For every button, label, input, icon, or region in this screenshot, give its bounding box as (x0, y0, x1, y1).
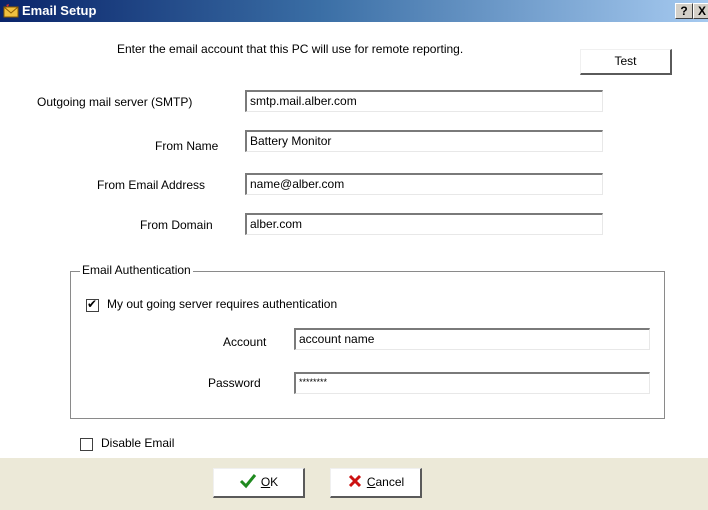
ok-label-rest: K (270, 475, 279, 489)
ok-mnemonic: O (260, 475, 271, 489)
from-email-input[interactable]: name@alber.com (245, 173, 603, 195)
cancel-button[interactable]: Cancel (330, 468, 422, 498)
help-icon[interactable]: ? (675, 3, 693, 19)
title-bar: Email Setup ? X (0, 0, 708, 22)
cancel-label-rest: ancel (375, 475, 405, 489)
button-strip: OK Cancel (0, 458, 708, 510)
window-title: Email Setup (22, 3, 97, 18)
password-input[interactable]: ******** (294, 372, 650, 394)
close-icon[interactable]: X (693, 3, 708, 19)
requires-auth-checkbox[interactable]: ✔ (86, 297, 99, 312)
check-icon (239, 474, 256, 489)
app-icon (3, 4, 19, 18)
smtp-label: Outgoing mail server (SMTP) (37, 95, 193, 109)
from-domain-label: From Domain (140, 218, 213, 232)
account-input[interactable]: account name (294, 328, 650, 350)
x-icon (348, 474, 361, 488)
password-label: Password (208, 376, 261, 390)
from-domain-input[interactable]: alber.com (245, 213, 603, 235)
from-name-input[interactable]: Battery Monitor (245, 130, 603, 152)
account-label: Account (223, 335, 267, 349)
requires-auth-label: My out going server requires authenticat… (107, 297, 338, 311)
smtp-input[interactable]: smtp.mail.alber.com (245, 90, 603, 112)
intro-text: Enter the email account that this PC wil… (117, 42, 464, 56)
from-name-label: From Name (155, 139, 219, 153)
disable-email-checkbox[interactable] (80, 438, 93, 451)
disable-email-label: Disable Email (101, 436, 175, 450)
from-email-label: From Email Address (97, 178, 206, 192)
checkmark-icon: ✔ (87, 297, 98, 311)
ok-button[interactable]: OK (213, 468, 305, 498)
dialog-body: Enter the email account that this PC wil… (0, 22, 708, 510)
email-authentication-legend: Email Authentication (80, 263, 193, 277)
test-button[interactable]: Test (580, 49, 672, 75)
